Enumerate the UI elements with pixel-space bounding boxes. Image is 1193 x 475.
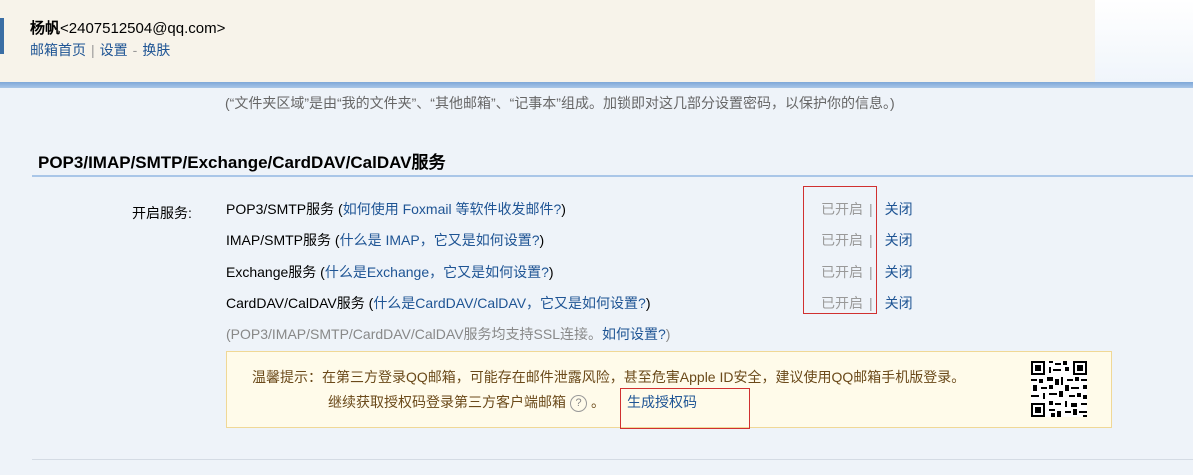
disable-exchange-button[interactable]: 关闭: [885, 264, 913, 280]
link-separator: |: [91, 42, 95, 58]
service-row-pop3: POP3/SMTP服务 (如何使用 Foxmail 等软件收发邮件?): [226, 199, 566, 219]
user-name: 杨帆: [30, 20, 61, 37]
auth-code-highlight-box: [620, 388, 750, 429]
paren-close: ): [539, 232, 545, 248]
settings-link[interactable]: 设置: [100, 42, 128, 58]
tip-period: 。: [591, 394, 605, 410]
service-help-link[interactable]: 什么是CardDAV/CalDAV，它又是如何设置?: [373, 295, 646, 311]
link-separator: -: [132, 42, 138, 58]
enable-service-label: 开启服务:: [132, 205, 192, 221]
tip-line-2-text: 继续获取授权码登录第三方客户端邮箱: [328, 394, 566, 410]
service-name: IMAP/SMTP服务: [226, 232, 332, 248]
folder-lock-note: (“文件夹区域”是由“我的文件夹”、“其他邮箱”、“记事本”组成。加锁即对这几部…: [225, 95, 895, 111]
user-identity: 杨帆<2407512504@qq.com>: [30, 17, 225, 38]
paren-close: ): [665, 326, 671, 342]
section-title: POP3/IMAP/SMTP/Exchange/CardDAV/CalDAV服务: [38, 153, 446, 172]
mail-home-link[interactable]: 邮箱首页: [30, 42, 86, 58]
paren-close: ): [561, 201, 566, 217]
service-help-link[interactable]: 如何使用 Foxmail 等软件收发邮件?: [343, 201, 562, 217]
help-icon[interactable]: ?: [570, 394, 587, 412]
service-row-caldav: CardDAV/CalDAV服务 (什么是CardDAV/CalDAV，它又是如…: [226, 293, 651, 313]
service-name: POP3/SMTP服务: [226, 201, 335, 217]
ssl-note-text: (POP3/IMAP/SMTP/CardDAV/CalDAV服务均支持SSL连接…: [226, 326, 602, 342]
service-row-exchange: Exchange服务 (什么是Exchange，它又是如何设置?): [226, 262, 554, 282]
service-help-link[interactable]: 什么是Exchange，它又是如何设置?: [325, 264, 549, 280]
header-links: 邮箱首页 | 设置 - 换肤: [30, 40, 170, 60]
tip-line-2: 继续获取授权码登录第三方客户端邮箱?。: [328, 392, 605, 412]
status-highlight-box: [803, 186, 877, 314]
ssl-howto-link[interactable]: 如何设置?: [602, 326, 666, 342]
header-divider: [0, 82, 1193, 88]
service-name: CardDAV/CalDAV服务: [226, 295, 365, 311]
disable-imap-button[interactable]: 关闭: [885, 232, 913, 248]
service-name: Exchange服务: [226, 264, 317, 280]
skin-link[interactable]: 换肤: [142, 42, 170, 58]
section-divider: [32, 175, 1193, 177]
disable-caldav-button[interactable]: 关闭: [885, 295, 913, 311]
header-bar: 杨帆<2407512504@qq.com> 邮箱首页 | 设置 - 换肤: [0, 0, 1095, 82]
paren-close: ): [548, 264, 554, 280]
user-email: <2407512504@qq.com>: [60, 20, 226, 37]
disable-pop3-button[interactable]: 关闭: [885, 201, 913, 217]
service-row-imap: IMAP/SMTP服务 (什么是 IMAP，它又是如何设置?): [226, 230, 544, 250]
service-help-link[interactable]: 什么是 IMAP，它又是如何设置?: [340, 232, 540, 248]
logo-fragment: [0, 18, 4, 54]
tip-line-1: 温馨提示：在第三方登录QQ邮箱，可能存在邮件泄露风险，甚至危害Apple ID安…: [252, 369, 966, 385]
qr-code-icon: [1031, 361, 1087, 417]
ssl-note: (POP3/IMAP/SMTP/CardDAV/CalDAV服务均支持SSL连接…: [226, 324, 670, 344]
bottom-divider: [32, 459, 1193, 460]
header-right-area: [1095, 0, 1193, 82]
paren-close: ): [645, 295, 651, 311]
